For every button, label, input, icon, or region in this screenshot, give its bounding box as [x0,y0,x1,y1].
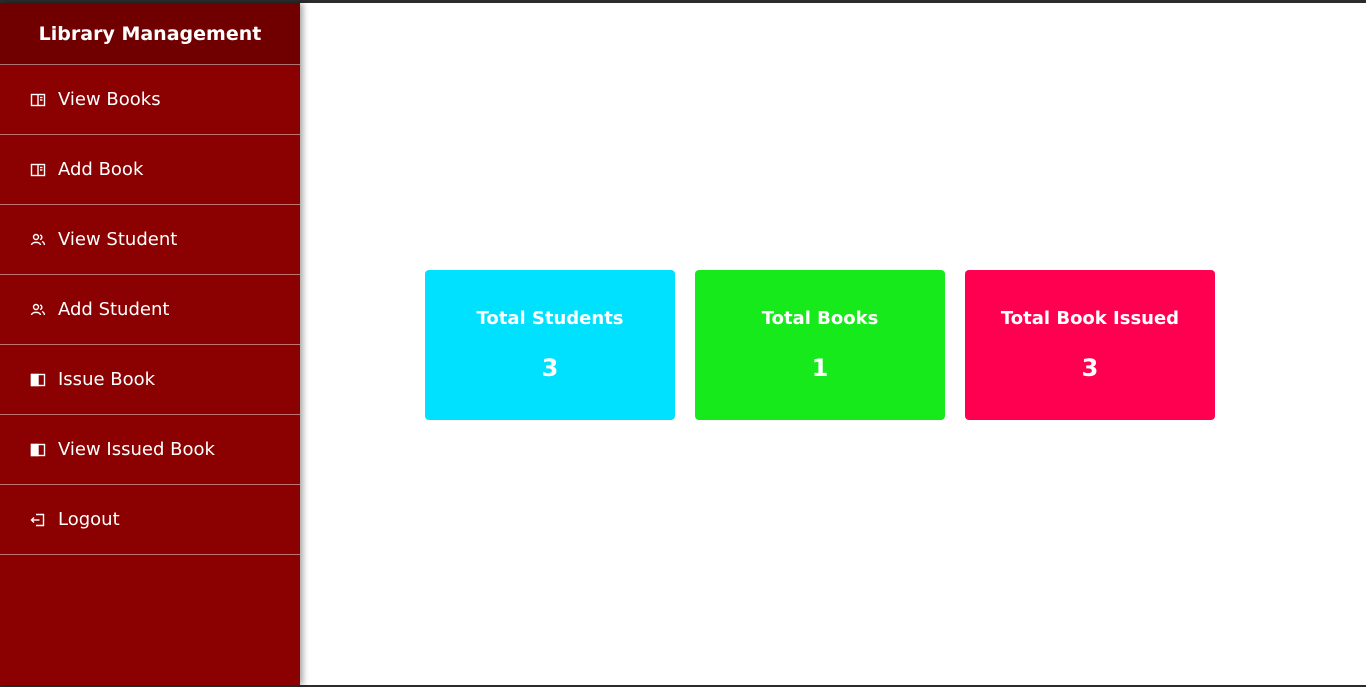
sidebar: Library Management View Books Add Book V… [0,3,300,685]
total-students-card: Total Students 3 [425,270,675,420]
card-value: 3 [1081,354,1099,382]
book-icon [30,162,46,178]
sidebar-item-add-book[interactable]: Add Book [0,135,300,205]
book-open-icon [30,372,46,388]
sidebar-item-label: View Issued Book [58,439,215,460]
sidebar-item-view-books[interactable]: View Books [0,65,300,135]
card-title: Total Books [761,308,879,329]
card-value: 1 [811,354,829,382]
main-content: Total Students 3 Total Books 1 Total Boo… [300,3,1366,685]
book-open-icon [30,442,46,458]
sidebar-item-label: View Student [58,229,178,250]
logout-icon [30,512,46,528]
sidebar-item-label: Add Student [58,299,170,320]
sidebar-item-add-student[interactable]: Add Student [0,275,300,345]
sidebar-item-issue-book[interactable]: Issue Book [0,345,300,415]
card-title: Total Students [476,308,624,329]
sidebar-item-view-student[interactable]: View Student [0,205,300,275]
card-title: Total Book Issued [1000,308,1180,329]
sidebar-item-logout[interactable]: Logout [0,485,300,555]
sidebar-item-label: Add Book [58,159,144,180]
app-window: Library Management View Books Add Book V… [0,3,1366,685]
sidebar-item-label: Issue Book [58,369,156,390]
app-title: Library Management [0,3,300,65]
users-icon [30,302,46,318]
sidebar-item-label: View Books [58,89,161,110]
sidebar-item-view-issued-book[interactable]: View Issued Book [0,415,300,485]
users-icon [30,232,46,248]
total-books-card: Total Books 1 [695,270,945,420]
total-book-issued-card: Total Book Issued 3 [965,270,1215,420]
book-icon [30,92,46,108]
sidebar-item-label: Logout [58,509,120,530]
card-value: 3 [541,354,559,382]
